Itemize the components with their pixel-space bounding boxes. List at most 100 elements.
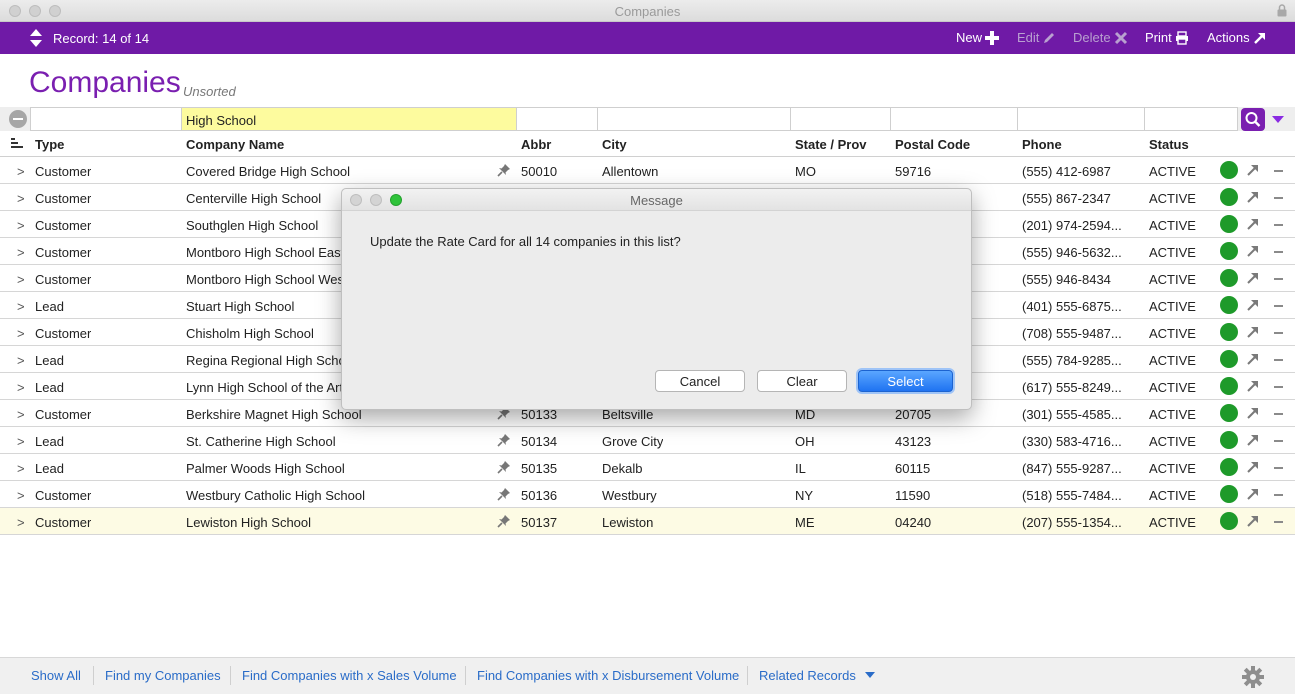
find-postal-field[interactable]: [890, 107, 1018, 131]
table-row[interactable]: > Lead Palmer Woods High School 50135 Dekalb…: [0, 454, 1295, 481]
go-to-record-icon[interactable]: [1246, 244, 1260, 258]
col-phone[interactable]: Phone: [1022, 137, 1062, 152]
find-type-field[interactable]: [30, 107, 182, 131]
remove-row-button[interactable]: [1274, 197, 1283, 199]
expand-row-chevron[interactable]: >: [17, 164, 25, 179]
go-to-record-icon[interactable]: [1246, 190, 1260, 204]
remove-row-button[interactable]: [1274, 224, 1283, 226]
expand-row-chevron[interactable]: >: [17, 299, 25, 314]
up-down-arrows-icon[interactable]: [29, 28, 43, 48]
remove-row-button[interactable]: [1274, 359, 1283, 361]
find-phone-field[interactable]: [1017, 107, 1145, 131]
go-to-record-icon[interactable]: [1246, 325, 1260, 339]
cell-abbr: 50134: [521, 434, 558, 449]
col-postal[interactable]: Postal Code: [895, 137, 970, 152]
table-row[interactable]: > Lead St. Catherine High School 50134 Grove…: [0, 427, 1295, 454]
pushpin-icon[interactable]: [497, 514, 511, 528]
expand-row-chevron[interactable]: >: [17, 515, 25, 530]
go-to-record-icon[interactable]: [1246, 217, 1260, 231]
pushpin-icon[interactable]: [497, 163, 511, 177]
expand-row-chevron[interactable]: >: [17, 191, 25, 206]
go-to-record-icon[interactable]: [1246, 460, 1260, 474]
col-status[interactable]: Status: [1149, 137, 1189, 152]
pushpin-icon[interactable]: [497, 487, 511, 501]
table-row[interactable]: > Customer Lewiston High School 50137 Lewist…: [0, 508, 1295, 535]
remove-row-button[interactable]: [1274, 251, 1283, 253]
print-label: Print: [1145, 30, 1172, 45]
col-company-name[interactable]: Company Name: [186, 137, 284, 152]
go-to-record-icon[interactable]: [1246, 271, 1260, 285]
clear-button[interactable]: Clear: [757, 370, 847, 392]
remove-row-button[interactable]: [1274, 170, 1283, 172]
clear-find-button[interactable]: [9, 110, 27, 128]
remove-row-button[interactable]: [1274, 305, 1283, 307]
status-indicator: [1220, 377, 1238, 395]
sort-list-icon[interactable]: [11, 138, 23, 150]
expand-row-chevron[interactable]: >: [17, 407, 25, 422]
related-records-dropdown[interactable]: [865, 672, 875, 678]
go-to-record-icon[interactable]: [1246, 514, 1260, 528]
go-to-record-icon[interactable]: [1246, 379, 1260, 393]
go-to-record-icon[interactable]: [1246, 487, 1260, 501]
edit-label: Edit: [1017, 30, 1040, 45]
status-indicator: [1220, 512, 1238, 530]
find-my-companies-link[interactable]: Find my Companies: [105, 668, 221, 683]
expand-row-chevron[interactable]: >: [17, 272, 25, 287]
remove-row-button[interactable]: [1274, 278, 1283, 280]
print-button[interactable]: Print: [1145, 30, 1189, 45]
find-status-field[interactable]: [1144, 107, 1238, 131]
pushpin-icon[interactable]: [497, 460, 511, 474]
new-button[interactable]: New: [956, 30, 1000, 45]
remove-row-button[interactable]: [1274, 494, 1283, 496]
col-state[interactable]: State / Prov: [795, 137, 867, 152]
find-state-field[interactable]: [790, 107, 891, 131]
cell-abbr: 50137: [521, 515, 558, 530]
cell-status: ACTIVE: [1149, 488, 1196, 503]
expand-row-chevron[interactable]: >: [17, 326, 25, 341]
search-options-dropdown[interactable]: [1272, 116, 1284, 123]
col-city[interactable]: City: [602, 137, 627, 152]
go-to-record-icon[interactable]: [1246, 352, 1260, 366]
remove-row-button[interactable]: [1274, 386, 1283, 388]
go-to-record-icon[interactable]: [1246, 163, 1260, 177]
find-company-name-field[interactable]: High School: [181, 107, 517, 131]
footer-divider: [747, 666, 748, 685]
remove-row-button[interactable]: [1274, 467, 1283, 469]
pushpin-icon[interactable]: [497, 433, 511, 447]
remove-row-button[interactable]: [1274, 332, 1283, 334]
find-abbr-field[interactable]: [516, 107, 598, 131]
expand-row-chevron[interactable]: >: [17, 218, 25, 233]
cell-city: Grove City: [602, 434, 664, 449]
new-label: New: [956, 30, 983, 45]
go-to-record-icon[interactable]: [1246, 433, 1260, 447]
table-row[interactable]: > Customer Westbury Catholic High School 50…: [0, 481, 1295, 508]
toolbar: Record: 14 of 14 New Edit Delete Print A…: [0, 22, 1295, 54]
remove-row-button[interactable]: [1274, 521, 1283, 523]
related-records-link[interactable]: Related Records: [759, 668, 856, 683]
actions-button[interactable]: Actions: [1207, 30, 1267, 45]
delete-button[interactable]: Delete: [1073, 30, 1128, 45]
gear-icon[interactable]: [1242, 666, 1264, 688]
expand-row-chevron[interactable]: >: [17, 488, 25, 503]
expand-row-chevron[interactable]: >: [17, 245, 25, 260]
expand-row-chevron[interactable]: >: [17, 380, 25, 395]
col-type[interactable]: Type: [35, 137, 64, 152]
find-city-field[interactable]: [597, 107, 791, 131]
go-to-record-icon[interactable]: [1246, 298, 1260, 312]
cancel-button[interactable]: Cancel: [655, 370, 745, 392]
status-indicator: [1220, 242, 1238, 260]
show-all-link[interactable]: Show All: [31, 668, 81, 683]
search-button[interactable]: [1241, 108, 1265, 131]
expand-row-chevron[interactable]: >: [17, 461, 25, 476]
go-to-record-icon[interactable]: [1246, 406, 1260, 420]
find-sales-volume-link[interactable]: Find Companies with x Sales Volume: [242, 668, 457, 683]
remove-row-button[interactable]: [1274, 440, 1283, 442]
expand-row-chevron[interactable]: >: [17, 434, 25, 449]
select-button[interactable]: Select: [858, 370, 953, 392]
edit-button[interactable]: Edit: [1017, 30, 1056, 45]
remove-row-button[interactable]: [1274, 413, 1283, 415]
col-abbr[interactable]: Abbr: [521, 137, 551, 152]
table-row[interactable]: > Customer Covered Bridge High School 50010…: [0, 157, 1295, 184]
expand-row-chevron[interactable]: >: [17, 353, 25, 368]
find-disbursement-volume-link[interactable]: Find Companies with x Disbursement Volum…: [477, 668, 739, 683]
